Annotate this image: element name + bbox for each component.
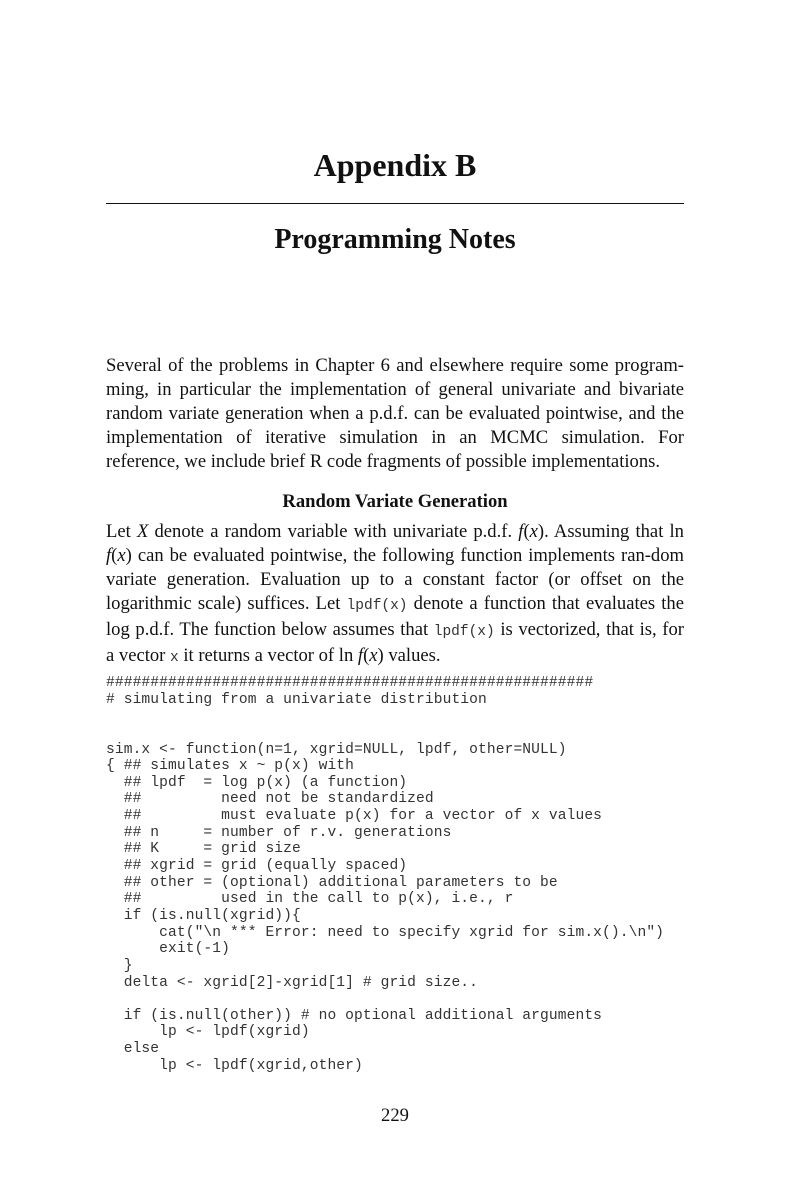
section-heading: Random Variate Generation [282, 491, 508, 512]
text-run: denote a random variable with univariate… [148, 521, 519, 542]
code-line: else [106, 1041, 160, 1058]
text-run: it returns a vector of ln [178, 645, 358, 666]
code-line: if (is.null(xgrid)){ [106, 907, 301, 924]
code-line: ## used in the call to p(x), i.e., r [106, 891, 514, 908]
text-run: ). Assuming that ln [537, 521, 684, 542]
section-paragraph: Let X denote a random variable with univ… [106, 520, 684, 670]
code-line: ## need not be standardized [106, 791, 434, 808]
code-line: ## xgrid = grid (equally spaced) [106, 858, 408, 875]
code-line: ## n = number of r.v. generations [106, 824, 452, 841]
title-rule [106, 203, 684, 204]
intro-line: ming, in particular the implementation o… [106, 379, 684, 400]
page-number: 229 [381, 1105, 409, 1126]
inline-code: lpdf(x) [433, 624, 495, 640]
math-variable: x [369, 645, 378, 666]
chapter-subtitle: Programming Notes [274, 224, 516, 255]
code-line: lp <- lpdf(xgrid,other) [106, 1057, 363, 1074]
intro-line: Several of the problems in Chapter 6 and… [106, 355, 684, 376]
intro-paragraph: Several of the problems in Chapter 6 and… [106, 354, 684, 474]
code-line: ## must evaluate p(x) for a vector of x … [106, 808, 603, 825]
code-line: lp <- lpdf(xgrid) [106, 1024, 310, 1041]
code-line: ########################################… [106, 675, 594, 691]
inline-code: lpdf(x) [346, 598, 408, 614]
inline-code: x [170, 650, 179, 666]
code-line: sim.x <- function(n=1, xgrid=NULL, lpdf,… [106, 741, 567, 758]
code-line: { ## simulates x ~ p(x) with [106, 758, 355, 775]
code-line: ## lpdf = log p(x) (a function) [106, 774, 408, 791]
code-line: exit(-1) [106, 941, 231, 958]
text-run: ) values. [377, 645, 441, 666]
intro-line: reference, we include brief R code fragm… [106, 451, 660, 472]
code-line: ## other = (optional) additional paramet… [106, 874, 558, 891]
code-line: delta <- xgrid[2]-xgrid[1] # grid size.. [106, 974, 479, 991]
text-run: Let [106, 521, 137, 542]
code-line: if (is.null(other)) # no optional additi… [106, 1007, 603, 1024]
code-line: } [106, 957, 133, 974]
code-line: cat("\n *** Error: need to specify xgrid… [106, 924, 665, 941]
chapter-title: Appendix B [313, 147, 477, 183]
code-line: # simulating from a univariate distribut… [106, 691, 487, 708]
math-variable: x [117, 545, 126, 566]
math-variable: x [529, 521, 538, 542]
intro-line: random variate generation when a p.d.f. … [106, 403, 656, 424]
math-variable: X [136, 521, 149, 542]
code-line: ## K = grid size [106, 841, 301, 858]
code-block: ########################################… [106, 675, 664, 1074]
